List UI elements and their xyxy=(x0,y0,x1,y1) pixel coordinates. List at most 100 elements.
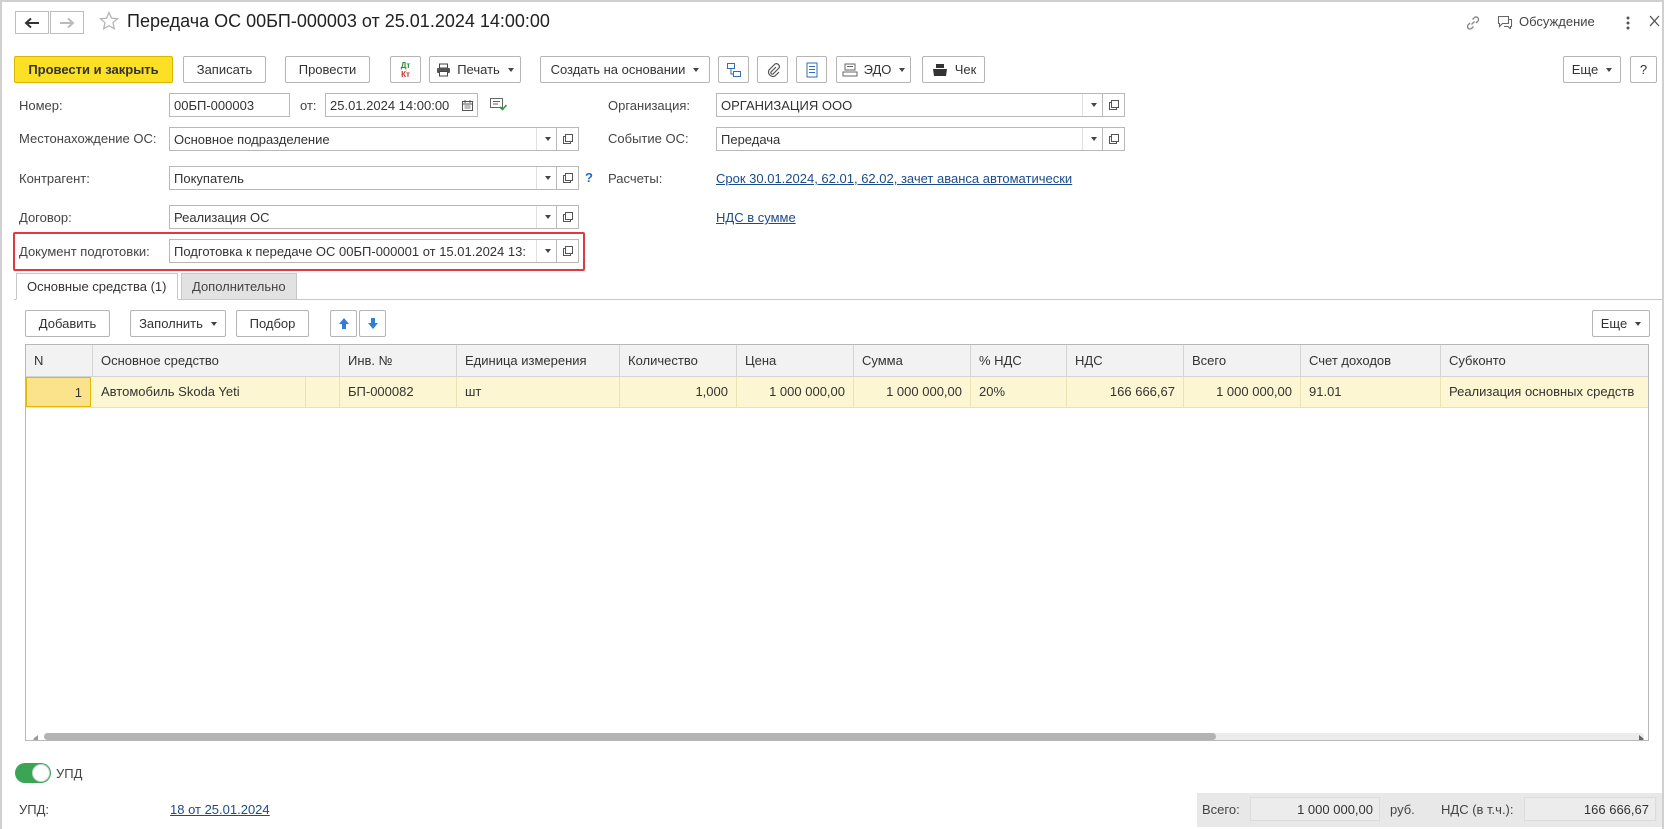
column-header-n[interactable]: N xyxy=(26,345,93,376)
help-button[interactable]: ? xyxy=(1630,56,1657,83)
column-header-unit[interactable]: Единица измерения xyxy=(457,345,620,376)
more-vertical-icon[interactable] xyxy=(1623,13,1633,33)
column-header-price[interactable]: Цена xyxy=(737,345,854,376)
open-icon[interactable] xyxy=(556,240,578,262)
dropdown-icon[interactable] xyxy=(536,240,556,262)
forward-button[interactable] xyxy=(50,11,84,34)
cell-inventory-number[interactable]: БП-000082 xyxy=(340,377,457,407)
date-field[interactable]: 25.01.2024 14:00:00 xyxy=(325,93,478,117)
arrow-down-icon xyxy=(367,318,378,329)
open-icon[interactable] xyxy=(556,167,578,189)
scroll-right-icon[interactable] xyxy=(1638,731,1644,740)
report-button[interactable] xyxy=(796,56,827,83)
column-header-inventory-number[interactable]: Инв. № xyxy=(340,345,457,376)
event-field[interactable]: Передача xyxy=(716,127,1125,151)
upd-label: УПД: xyxy=(19,802,50,817)
scroll-left-icon[interactable] xyxy=(33,731,39,740)
settlements-link[interactable]: Срок 30.01.2024, 62.01, 62.02, зачет ава… xyxy=(716,171,1072,186)
table-more-button[interactable]: Еще xyxy=(1592,310,1650,337)
attributes-icon[interactable] xyxy=(490,98,508,114)
dropdown-icon[interactable] xyxy=(1082,128,1102,150)
attachments-button[interactable] xyxy=(757,56,788,83)
location-field[interactable]: Основное подразделение xyxy=(169,127,579,151)
edo-button[interactable]: ЭДО xyxy=(836,56,911,83)
move-up-button[interactable] xyxy=(330,310,357,337)
more-label: Еще xyxy=(1571,62,1599,77)
horizontal-scrollbar[interactable] xyxy=(44,733,1644,740)
add-row-button[interactable]: Добавить xyxy=(25,310,110,337)
column-header-vat-rate[interactable]: % НДС xyxy=(971,345,1067,376)
prep-doc-field[interactable]: Подготовка к передаче ОС 00БП-000001 от … xyxy=(169,239,579,263)
contract-value: Реализация ОС xyxy=(174,209,270,225)
print-label: Печать xyxy=(457,62,500,77)
window-left-border xyxy=(0,0,2,829)
tab-fixed-assets[interactable]: Основные средства (1) xyxy=(16,273,178,300)
open-icon[interactable] xyxy=(1102,128,1124,150)
organization-field[interactable]: ОРГАНИЗАЦИЯ ООО xyxy=(716,93,1125,117)
post-button[interactable]: Провести xyxy=(285,56,370,83)
back-button[interactable] xyxy=(15,11,49,34)
open-icon[interactable] xyxy=(1102,94,1124,116)
structure-button[interactable] xyxy=(718,56,749,83)
cell-quantity[interactable]: 1,000 xyxy=(620,377,737,407)
event-value: Передача xyxy=(721,131,781,147)
cell-asset[interactable]: Автомобиль Skoda Yeti xyxy=(93,377,306,407)
counterparty-help-icon[interactable]: ? xyxy=(585,170,593,185)
cell-sum[interactable]: 1 000 000,00 xyxy=(854,377,971,407)
column-header-quantity[interactable]: Количество xyxy=(620,345,737,376)
dropdown-icon[interactable] xyxy=(1082,94,1102,116)
cell-subconto[interactable]: Реализация основных средств xyxy=(1441,377,1648,407)
column-header-total[interactable]: Всего xyxy=(1184,345,1301,376)
chevron-down-icon xyxy=(1635,321,1642,326)
cell-total[interactable]: 1 000 000,00 xyxy=(1184,377,1301,407)
column-header-sum[interactable]: Сумма xyxy=(854,345,971,376)
pick-button[interactable]: Подбор xyxy=(236,310,309,337)
open-icon[interactable] xyxy=(556,128,578,150)
column-header-subconto[interactable]: Субконто xyxy=(1441,345,1648,376)
close-icon[interactable] xyxy=(1648,14,1660,31)
link-icon[interactable] xyxy=(1464,14,1482,35)
dt-kt-button[interactable]: Дт Кт xyxy=(390,56,421,83)
dropdown-icon[interactable] xyxy=(536,167,556,189)
print-button[interactable]: Печать xyxy=(429,56,521,83)
counterparty-field[interactable]: Покупатель xyxy=(169,166,579,190)
upd-toggle[interactable] xyxy=(15,763,51,783)
open-icon[interactable] xyxy=(556,206,578,228)
contract-field[interactable]: Реализация ОС xyxy=(169,205,579,229)
table-row[interactable]: 1 Автомобиль Skoda Yeti БП-000082 шт 1,0… xyxy=(26,377,1648,408)
dropdown-icon[interactable] xyxy=(536,128,556,150)
move-down-button[interactable] xyxy=(359,310,386,337)
window-top-border xyxy=(0,0,1664,2)
cell-asset-extra xyxy=(306,377,340,407)
fill-button[interactable]: Заполнить xyxy=(130,310,226,337)
cell-vat[interactable]: 166 666,67 xyxy=(1067,377,1184,407)
date-value: 25.01.2024 14:00:00 xyxy=(330,97,450,113)
dropdown-icon[interactable] xyxy=(536,206,556,228)
number-field[interactable]: 00БП-000003 xyxy=(169,93,290,117)
vat-in-sum-link[interactable]: НДС в сумме xyxy=(716,210,796,225)
scrollbar-thumb[interactable] xyxy=(44,733,1216,740)
cell-price[interactable]: 1 000 000,00 xyxy=(737,377,854,407)
cell-n[interactable]: 1 xyxy=(26,377,91,407)
create-based-on-label: Создать на основании xyxy=(550,62,686,77)
fixed-assets-table: N Основное средство Инв. № Единица измер… xyxy=(25,344,1649,741)
create-based-on-button[interactable]: Создать на основании xyxy=(540,56,710,83)
cell-unit[interactable]: шт xyxy=(457,377,620,407)
column-header-vat[interactable]: НДС xyxy=(1067,345,1184,376)
check-button[interactable]: Чек xyxy=(922,56,985,83)
upd-link[interactable]: 18 от 25.01.2024 xyxy=(170,802,270,817)
post-and-close-button[interactable]: Провести и закрыть xyxy=(14,56,173,83)
column-header-asset[interactable]: Основное средство xyxy=(93,345,340,376)
column-header-income-account[interactable]: Счет доходов xyxy=(1301,345,1441,376)
event-label: Событие ОС: xyxy=(608,131,689,146)
favorite-star-icon[interactable] xyxy=(98,10,120,34)
cell-vat-rate[interactable]: 20% xyxy=(971,377,1067,407)
save-button[interactable]: Записать xyxy=(183,56,266,83)
discussion-button[interactable]: Обсуждение xyxy=(1497,14,1595,29)
vat-included-value: 166 666,67 xyxy=(1524,797,1656,821)
cell-income-account[interactable]: 91.01 xyxy=(1301,377,1441,407)
more-button[interactable]: Еще xyxy=(1563,56,1621,83)
tab-additional[interactable]: Дополнительно xyxy=(181,273,297,300)
report-icon xyxy=(806,62,817,77)
calendar-icon[interactable] xyxy=(458,94,477,116)
